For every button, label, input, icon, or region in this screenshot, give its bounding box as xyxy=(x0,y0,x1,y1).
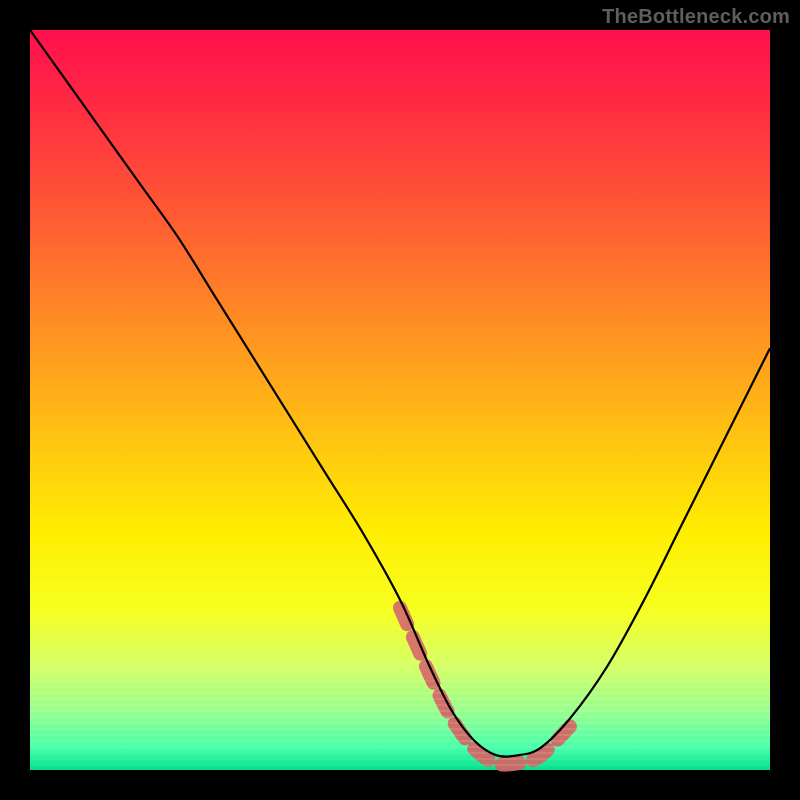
optimal-range-highlight xyxy=(400,608,570,765)
bottleneck-curve xyxy=(30,30,770,757)
curve-layer xyxy=(30,30,770,770)
chart-frame: TheBottleneck.com xyxy=(0,0,800,800)
watermark-text: TheBottleneck.com xyxy=(602,6,790,29)
plot-area xyxy=(30,30,770,770)
